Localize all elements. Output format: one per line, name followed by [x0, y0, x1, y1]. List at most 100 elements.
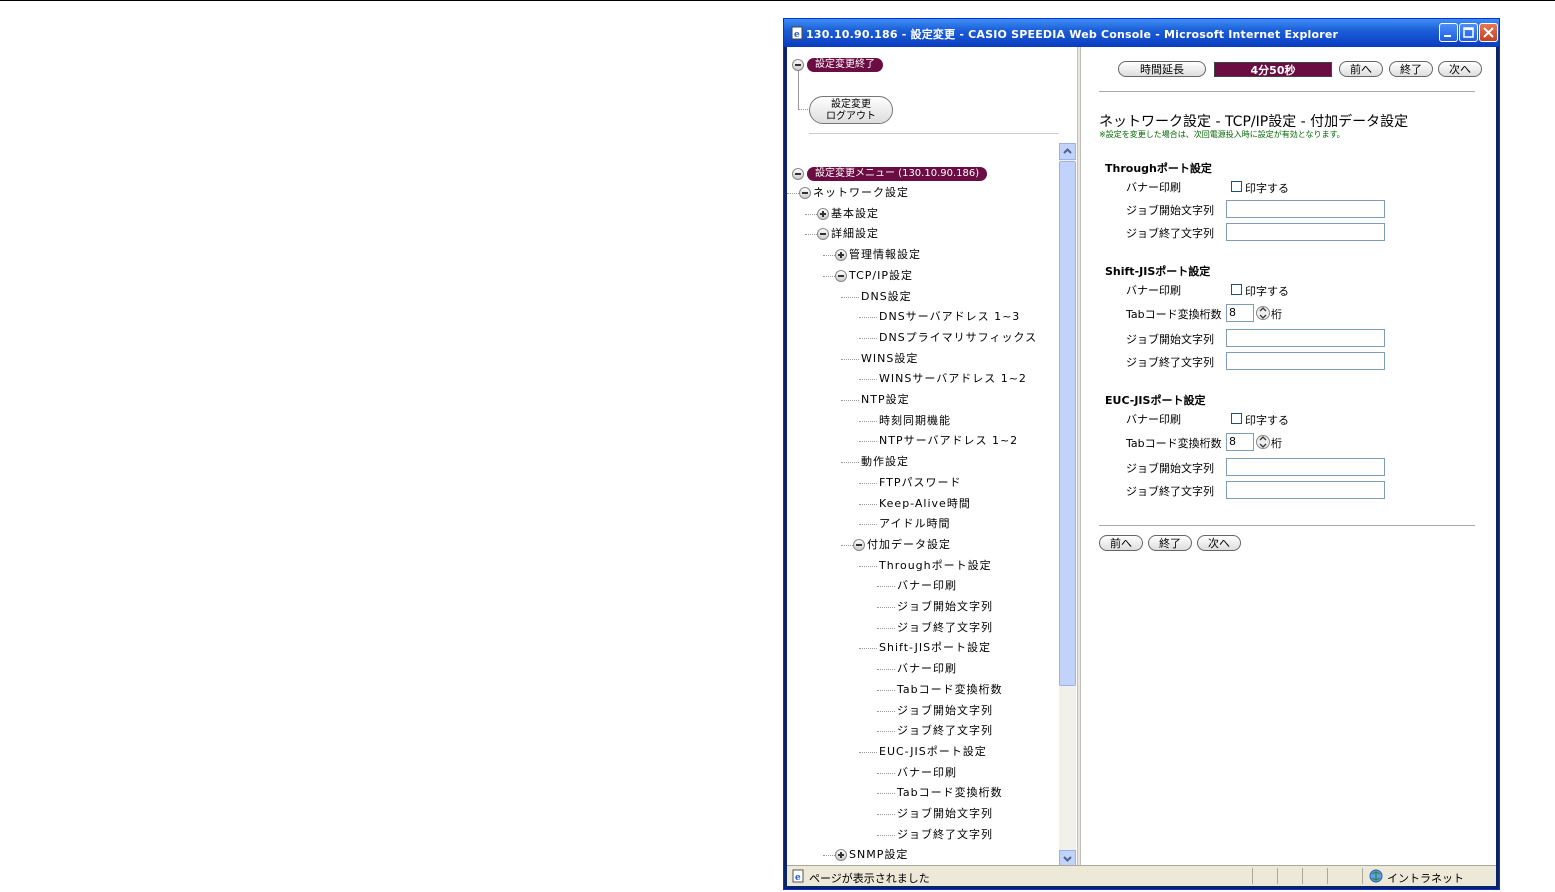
- end-button-bottom[interactable]: 終了: [1148, 535, 1192, 551]
- maximize-button[interactable]: [1459, 23, 1478, 42]
- tree-node[interactable]: NTPサーバアドレス 1~2: [879, 433, 1018, 449]
- tree-connector: [877, 772, 895, 774]
- window-title: 130.10.90.186 - 設定変更 - CASIO SPEEDIA Web…: [806, 28, 1339, 41]
- tree-connector: [841, 400, 859, 401]
- tree-node[interactable]: ジョブ終了文字列: [897, 723, 993, 739]
- shiftjis-banner-checkbox[interactable]: [1231, 284, 1242, 295]
- end-button-top[interactable]: 終了: [1389, 61, 1433, 77]
- tree-node[interactable]: Tabコード変換桁数: [897, 682, 1003, 698]
- tree-node[interactable]: 時刻同期機能: [879, 413, 951, 429]
- next-button-top[interactable]: 次へ: [1438, 61, 1482, 77]
- through-job-start-input[interactable]: [1226, 200, 1385, 218]
- page-done-icon: e: [792, 869, 804, 883]
- tree-node[interactable]: WINSサーバアドレス 1~2: [879, 371, 1027, 387]
- prev-button-bottom[interactable]: 前へ: [1099, 535, 1143, 551]
- tree-node[interactable]: ジョブ開始文字列: [897, 806, 993, 822]
- tree-node[interactable]: バナー印刷: [897, 661, 957, 677]
- tree-node[interactable]: Throughポート設定: [879, 558, 992, 574]
- through-banner-checkbox[interactable]: [1231, 181, 1242, 192]
- tree-node[interactable]: SNMP設定: [849, 847, 908, 863]
- shiftjis-tab-stepper[interactable]: 8: [1226, 304, 1254, 322]
- collapse-end-icon[interactable]: [792, 59, 804, 71]
- shiftjis-tab-unit: 桁: [1271, 308, 1282, 321]
- status-text: ページが表示されました: [809, 872, 930, 885]
- divider-top: [1099, 91, 1475, 92]
- tree-connector: [787, 193, 799, 194]
- tree-node[interactable]: バナー印刷: [897, 578, 957, 594]
- shiftjis-banner-check-label[interactable]: 印字する: [1245, 283, 1289, 299]
- tree-node[interactable]: バナー印刷: [897, 765, 957, 781]
- tree-node[interactable]: TCP/IP設定: [849, 268, 913, 284]
- tree-node[interactable]: DNS設定: [861, 289, 912, 305]
- vertical-scrollbar[interactable]: [1059, 143, 1076, 867]
- collapse-minus-icon[interactable]: [799, 187, 811, 199]
- browser-client-area: 設定変更終了 設定変更 ログアウト 設定変更メニュー (130.10.90.18…: [787, 47, 1496, 884]
- page-title: ネットワーク設定 - TCP/IP設定 - 付加データ設定: [1099, 114, 1409, 130]
- through-job-end-input[interactable]: [1226, 223, 1385, 241]
- tree-node[interactable]: ジョブ終了文字列: [897, 827, 993, 843]
- tree-node[interactable]: 付加データ設定: [867, 537, 951, 553]
- expand-plus-icon[interactable]: [835, 849, 847, 862]
- eucjis-banner-label: バナー印刷: [1126, 413, 1181, 426]
- tree-node[interactable]: NTP設定: [861, 392, 910, 408]
- tree-connector: [823, 255, 835, 257]
- tree-node[interactable]: Tabコード変換桁数: [897, 785, 1003, 801]
- eucjis-job-start-input[interactable]: [1226, 458, 1385, 476]
- scroll-thumb[interactable]: [1059, 161, 1076, 686]
- tree-node[interactable]: EUC-JISポート設定: [879, 744, 987, 760]
- tree-connector: [877, 669, 895, 671]
- tree-node[interactable]: Keep-Alive時間: [879, 496, 971, 512]
- status-separator: [1302, 868, 1303, 884]
- extend-time-button[interactable]: 時間延長: [1118, 61, 1206, 77]
- shiftjis-tab-spin-icon[interactable]: [1256, 304, 1270, 322]
- expand-plus-icon[interactable]: [835, 249, 847, 262]
- tree-node[interactable]: ネットワーク設定: [813, 185, 909, 201]
- tree-node[interactable]: ジョブ終了文字列: [897, 620, 993, 636]
- eucjis-job-end-input[interactable]: [1226, 481, 1385, 499]
- collapse-minus-icon[interactable]: [853, 538, 865, 551]
- tree-node[interactable]: 詳細設定: [831, 226, 879, 242]
- tree-connector: [841, 358, 859, 360]
- collapse-menu-icon[interactable]: [792, 168, 804, 180]
- tree-node[interactable]: ジョブ開始文字列: [897, 703, 993, 719]
- tree-connector: [805, 213, 817, 215]
- tree-node[interactable]: 動作設定: [861, 454, 909, 470]
- tree-connector: [823, 275, 835, 277]
- tree-connector: [877, 834, 895, 836]
- shiftjis-job-end-input[interactable]: [1226, 352, 1385, 370]
- eucjis-banner-checkbox[interactable]: [1231, 413, 1242, 424]
- collapse-minus-icon[interactable]: [835, 269, 847, 282]
- minimize-icon: [1444, 35, 1451, 37]
- eucjis-tab-spin-icon[interactable]: [1256, 433, 1270, 451]
- tree-node[interactable]: DNSサーバアドレス 1~3: [879, 309, 1020, 325]
- title-bar[interactable]: e 130.10.90.186 - 設定変更 - CASIO SPEEDIA W…: [784, 19, 1499, 47]
- close-button[interactable]: [1479, 23, 1498, 42]
- collapse-minus-icon[interactable]: [817, 228, 829, 241]
- tree-connector: [841, 544, 853, 546]
- tree-node[interactable]: ジョブ開始文字列: [897, 599, 993, 615]
- tree-node[interactable]: DNSプライマリサフィックス: [879, 330, 1037, 346]
- logout-button[interactable]: 設定変更 ログアウト: [809, 96, 893, 124]
- eucjis-tab-stepper[interactable]: 8: [1226, 433, 1254, 451]
- tree-node[interactable]: WINS設定: [861, 351, 918, 367]
- next-button-bottom[interactable]: 次へ: [1197, 535, 1241, 551]
- prev-button-top[interactable]: 前へ: [1339, 61, 1383, 77]
- through-banner-check-label[interactable]: 印字する: [1245, 180, 1289, 196]
- shiftjis-job-start-input[interactable]: [1226, 329, 1385, 347]
- tree-node[interactable]: Shift-JISポート設定: [879, 640, 991, 656]
- settings-menu-pill[interactable]: 設定変更メニュー (130.10.90.186): [807, 167, 988, 181]
- tree-node[interactable]: FTPパスワード: [879, 475, 962, 491]
- end-setting-pill[interactable]: 設定変更終了: [807, 58, 883, 72]
- tree-node[interactable]: 基本設定: [831, 206, 879, 222]
- status-bar: e ページが表示されました イントラネット: [787, 865, 1496, 886]
- minimize-button[interactable]: [1439, 23, 1458, 42]
- expand-plus-icon[interactable]: [817, 207, 829, 220]
- tree-node[interactable]: 管理情報設定: [849, 247, 921, 263]
- eucjis-tab-unit: 桁: [1271, 437, 1282, 450]
- eucjis-banner-check-label[interactable]: 印字する: [1245, 412, 1289, 428]
- eucjis-job-start-label: ジョブ開始文字列: [1126, 462, 1214, 475]
- tree-connector: [877, 793, 895, 795]
- divider: [809, 133, 1059, 134]
- tree-node[interactable]: アイドル時間: [879, 516, 950, 532]
- scroll-up-arrow[interactable]: [1059, 143, 1076, 160]
